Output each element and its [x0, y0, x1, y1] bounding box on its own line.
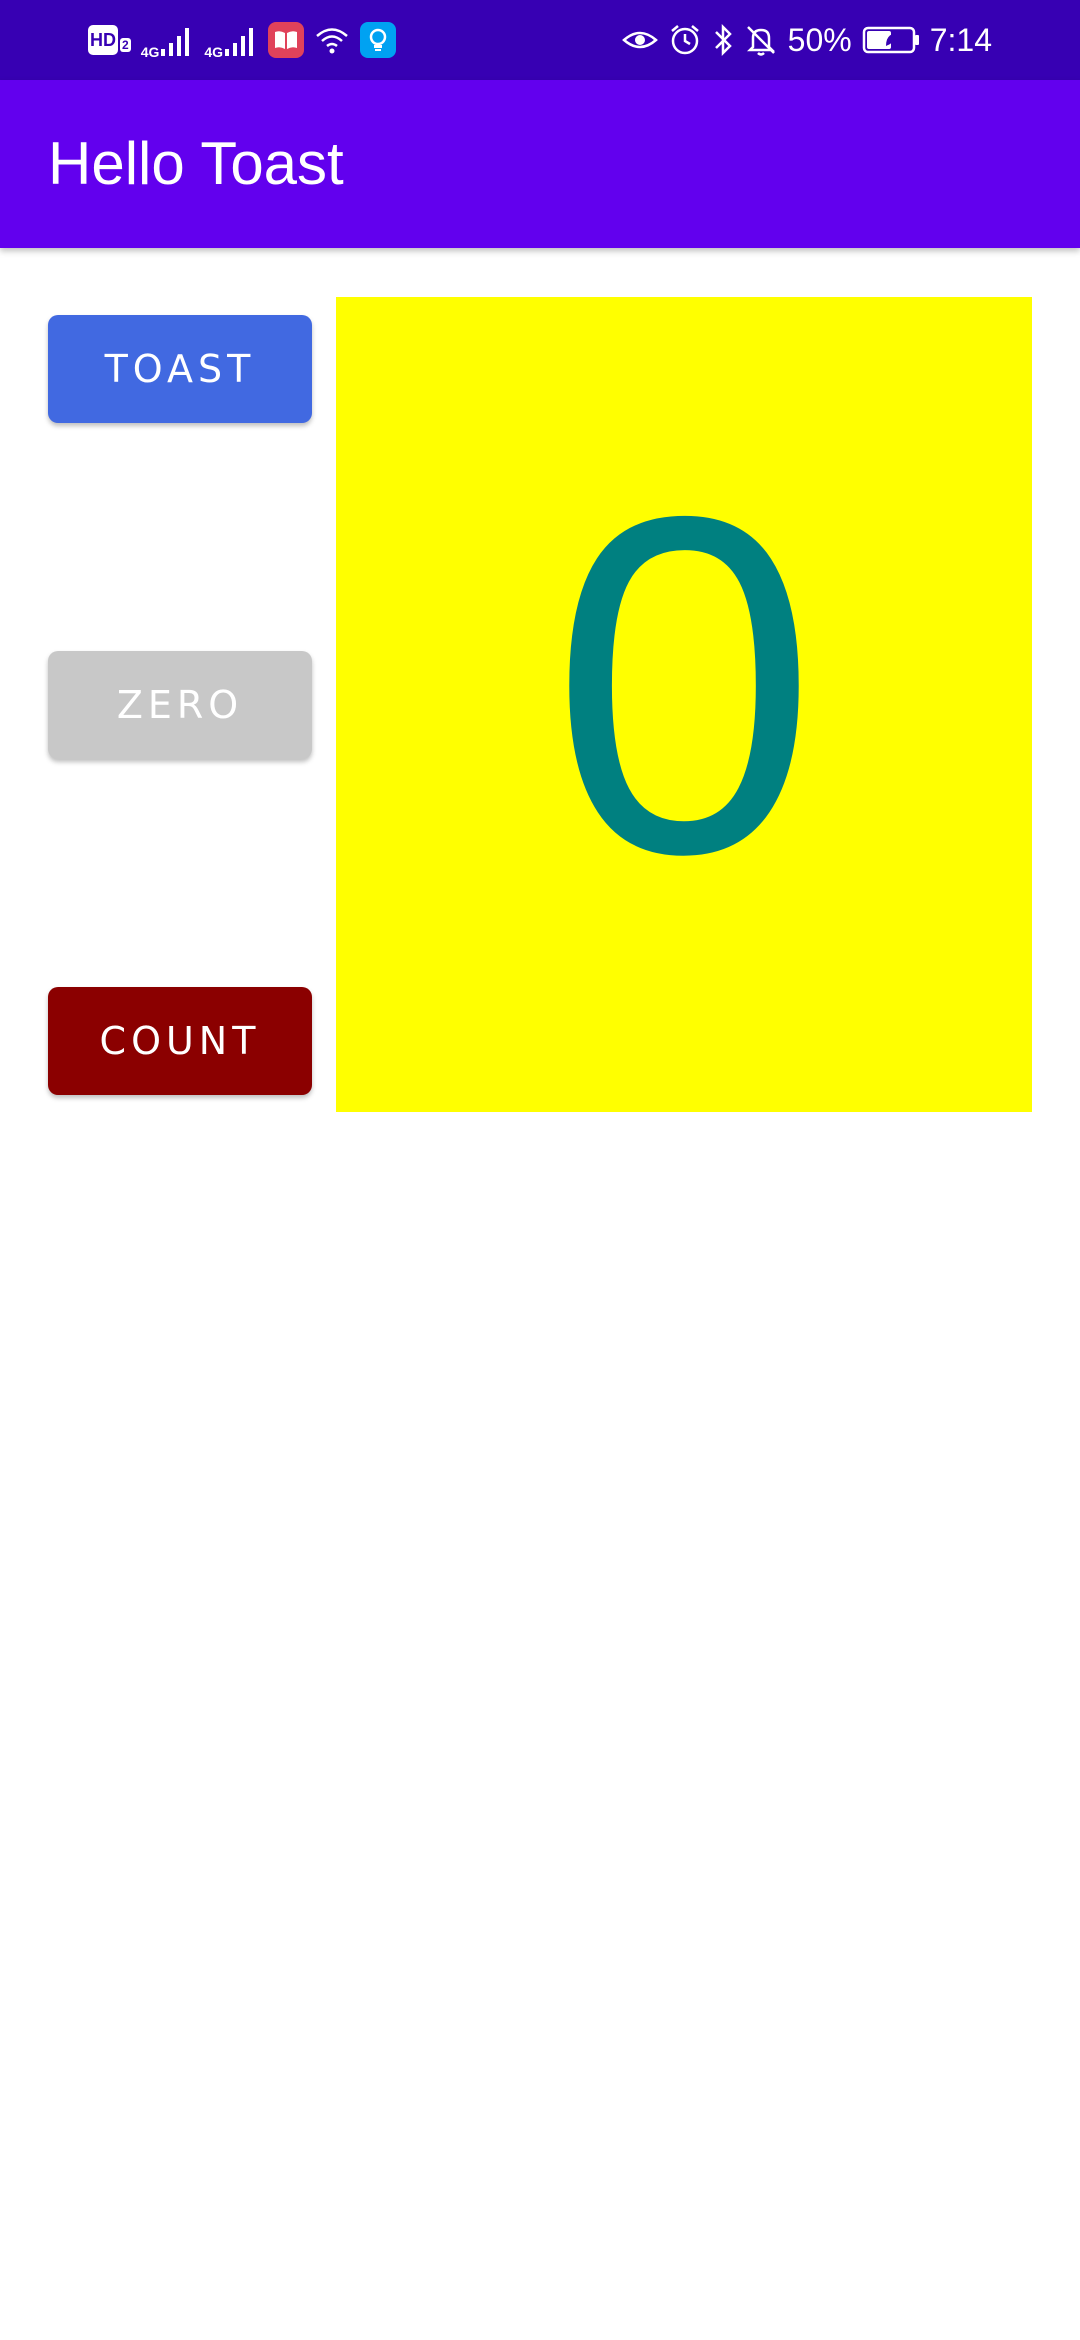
app-title: Hello Toast: [48, 130, 344, 197]
app-bar: Hello Toast: [0, 80, 1080, 248]
count-value: 0: [550, 415, 818, 953]
count-button[interactable]: COUNT: [48, 987, 312, 1095]
zero-button[interactable]: ZERO: [48, 651, 312, 759]
wifi-icon: [314, 25, 350, 55]
signal-icon: 4G: [141, 20, 195, 60]
bulb-app-icon: [360, 22, 397, 58]
battery-percent: 50%: [787, 21, 852, 58]
clock: 7:14: [929, 21, 992, 58]
status-bar-left: HD 2 4G 4G: [88, 0, 406, 80]
book-app-icon: [268, 22, 305, 58]
count-panel: 0: [336, 297, 1032, 1112]
hd-icon: HD 2: [88, 25, 131, 55]
eye-icon: [621, 26, 658, 54]
signal-icon: 4G: [204, 20, 258, 60]
status-bar: HD 2 4G 4G 50% 7:14: [0, 0, 1080, 80]
alarm-icon: [668, 23, 702, 57]
status-bar-right: 50% 7:14: [612, 0, 992, 80]
battery-icon: [862, 25, 920, 55]
toast-button[interactable]: TOAST: [48, 315, 312, 423]
bluetooth-icon: [712, 23, 734, 57]
mute-icon: [744, 23, 778, 57]
